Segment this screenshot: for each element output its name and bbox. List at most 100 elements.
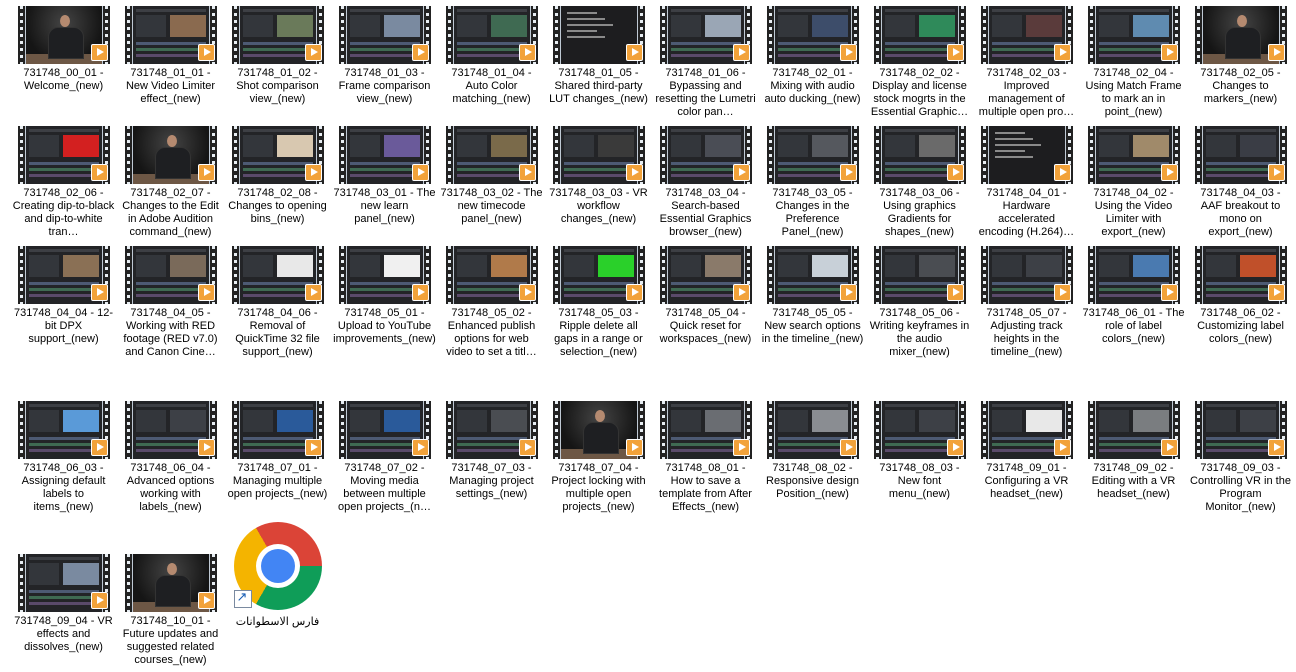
film-strip-icon (1087, 401, 1095, 459)
play-icon (732, 284, 750, 301)
video-thumbnail (231, 401, 324, 459)
video-thumbnail (445, 6, 538, 64)
film-strip-icon (766, 6, 774, 64)
chrome-icon (233, 522, 322, 610)
chrome-shortcut-item[interactable]: فارس الاسطوانات (225, 522, 330, 629)
video-file-item[interactable]: 731748_07_02 - Moving media between mult… (332, 395, 437, 514)
file-name-label: 731748_03_03 - VR workflow changes_(new) (549, 187, 648, 225)
video-file-item[interactable]: 731748_08_02 - Responsive design Positio… (760, 395, 865, 501)
film-strip-icon (873, 401, 881, 459)
video-file-item[interactable]: 731748_02_08 - Changes to opening bins_(… (225, 120, 330, 226)
file-name-label: 731748_05_01 - Upload to YouTube improve… (333, 307, 436, 345)
film-strip-icon (124, 126, 132, 184)
video-file-item[interactable]: 731748_09_02 - Editing with a VR headset… (1081, 395, 1186, 501)
video-file-item[interactable]: 731748_06_01 - The role of label colors_… (1081, 240, 1186, 346)
video-file-item[interactable]: 731748_01_06 - Bypassing and resetting t… (653, 0, 758, 119)
video-file-item[interactable]: 731748_04_03 - AAF breakout to mono on e… (1188, 120, 1293, 239)
file-name-label: 731748_06_01 - The role of label colors_… (1082, 307, 1185, 345)
video-file-item[interactable]: 731748_04_04 - 12-bit DPX support_(new) (11, 240, 116, 346)
video-file-item[interactable]: 731748_04_01 - Hardware accelerated enco… (974, 120, 1079, 239)
video-file-item[interactable]: 731748_10_01 - Future updates and sugges… (118, 548, 223, 667)
video-file-item[interactable]: 731748_01_05 - Shared third-party LUT ch… (546, 0, 651, 106)
film-strip-icon (445, 6, 453, 64)
film-strip-icon (1194, 401, 1202, 459)
play-icon (732, 44, 750, 61)
video-file-item[interactable]: 731748_05_07 - Adjusting track heights i… (974, 240, 1079, 359)
video-file-item[interactable]: 731748_05_04 - Quick reset for workspace… (653, 240, 758, 346)
play-icon (411, 439, 429, 456)
video-file-item[interactable]: 731748_06_04 - Advanced options working … (118, 395, 223, 514)
video-thumbnail (659, 126, 752, 184)
video-file-item[interactable]: 731748_09_04 - VR effects and dissolves_… (11, 548, 116, 654)
video-file-item[interactable]: 731748_07_01 - Managing multiple open pr… (225, 395, 330, 501)
video-thumbnail (124, 6, 217, 64)
play-icon (839, 164, 857, 181)
video-thumbnail (873, 6, 966, 64)
video-file-item[interactable]: 731748_03_04 - Search-based Essential Gr… (653, 120, 758, 239)
video-file-item[interactable]: 731748_02_03 - Improved management of mu… (974, 0, 1079, 119)
play-icon (625, 44, 643, 61)
shortcut-arrow-icon (233, 590, 252, 608)
video-thumbnail (766, 401, 859, 459)
film-strip-icon (17, 401, 25, 459)
video-file-item[interactable]: 731748_02_06 - Creating dip-to-black and… (11, 120, 116, 239)
video-file-item[interactable]: 731748_03_05 - Changes in the Preference… (760, 120, 865, 239)
video-file-item[interactable]: 731748_02_05 - Changes to markers_(new) (1188, 0, 1293, 106)
video-file-item[interactable]: 731748_03_02 - The new timecode panel_(n… (439, 120, 544, 226)
video-file-item[interactable]: 731748_04_06 - Removal of QuickTime 32 f… (225, 240, 330, 359)
video-thumbnail (766, 6, 859, 64)
video-file-item[interactable]: 731748_02_01 - Mixing with audio auto du… (760, 0, 865, 106)
video-thumbnail (1194, 126, 1287, 184)
video-file-item[interactable]: 731748_05_01 - Upload to YouTube improve… (332, 240, 437, 346)
video-file-item[interactable]: 731748_05_03 - Ripple delete all gaps in… (546, 240, 651, 359)
file-name-label: 731748_05_07 - Adjusting track heights i… (986, 307, 1067, 358)
play-icon (518, 164, 536, 181)
video-file-item[interactable]: 731748_01_02 - Shot comparison view_(new… (225, 0, 330, 106)
video-file-item[interactable]: 731748_02_02 - Display and license stock… (867, 0, 972, 119)
video-file-item[interactable]: 731748_08_01 - How to save a template fr… (653, 395, 758, 514)
video-file-item[interactable]: 731748_05_06 - Writing keyframes in the … (867, 240, 972, 359)
video-file-item[interactable]: 731748_07_04 - Project locking with mult… (546, 395, 651, 514)
video-file-item[interactable]: 731748_09_01 - Configuring a VR headset_… (974, 395, 1079, 501)
video-file-item[interactable]: 731748_02_07 - Changes to the Edit in Ad… (118, 120, 223, 239)
video-thumbnail (17, 246, 110, 304)
film-strip-icon (873, 246, 881, 304)
video-thumbnail (980, 126, 1073, 184)
file-name-label: 731748_02_07 - Changes to the Edit in Ad… (122, 187, 219, 238)
video-thumbnail (766, 246, 859, 304)
video-file-item[interactable]: 731748_07_03 - Managing project settings… (439, 395, 544, 501)
file-name-label: 731748_04_03 - AAF breakout to mono on e… (1200, 187, 1281, 238)
video-file-item[interactable]: 731748_01_03 - Frame comparison view_(ne… (332, 0, 437, 106)
video-file-item[interactable]: 731748_06_02 - Customizing label colors_… (1188, 240, 1293, 346)
video-file-item[interactable]: 731748_05_05 - New search options in the… (760, 240, 865, 346)
play-icon (1160, 44, 1178, 61)
file-name-label: 731748_05_05 - New search options in the… (761, 307, 864, 345)
play-icon (1160, 284, 1178, 301)
video-file-item[interactable]: 731748_04_02 - Using the Video Limiter w… (1081, 120, 1186, 239)
video-file-item[interactable]: 731748_03_06 - Using graphics Gradients … (867, 120, 972, 239)
film-strip-icon (445, 246, 453, 304)
film-strip-icon (873, 6, 881, 64)
video-file-item[interactable]: 731748_02_04 - Using Match Frame to mark… (1081, 0, 1186, 119)
file-name-label: 731748_08_03 - New font menu_(new) (879, 462, 960, 500)
video-file-item[interactable]: 731748_01_01 - New Video Limiter effect_… (118, 0, 223, 106)
film-strip-icon (980, 246, 988, 304)
video-file-item[interactable]: 731748_03_01 - The new learn panel_(new) (332, 120, 437, 226)
file-name-label: 731748_06_02 - Customizing label colors_… (1197, 307, 1284, 345)
play-icon (197, 284, 215, 301)
video-file-item[interactable]: 731748_00_01 - Welcome_(new) (11, 0, 116, 93)
play-icon (1053, 164, 1071, 181)
file-name-label: 731748_04_06 - Removal of QuickTime 32 f… (235, 307, 320, 358)
film-strip-icon (552, 246, 560, 304)
video-file-item[interactable]: 731748_01_04 - Auto Color matching_(new) (439, 0, 544, 106)
video-file-item[interactable]: 731748_06_03 - Assigning default labels … (11, 395, 116, 514)
film-strip-icon (659, 126, 667, 184)
play-icon (197, 44, 215, 61)
video-file-item[interactable]: 731748_08_03 - New font menu_(new) (867, 395, 972, 501)
video-file-item[interactable]: 731748_05_02 - Enhanced publish options … (439, 240, 544, 359)
film-strip-icon (17, 126, 25, 184)
video-file-item[interactable]: 731748_03_03 - VR workflow changes_(new) (546, 120, 651, 226)
video-thumbnail (17, 401, 110, 459)
video-file-item[interactable]: 731748_09_03 - Controlling VR in the Pro… (1188, 395, 1293, 514)
video-file-item[interactable]: 731748_04_05 - Working with RED footage … (118, 240, 223, 359)
